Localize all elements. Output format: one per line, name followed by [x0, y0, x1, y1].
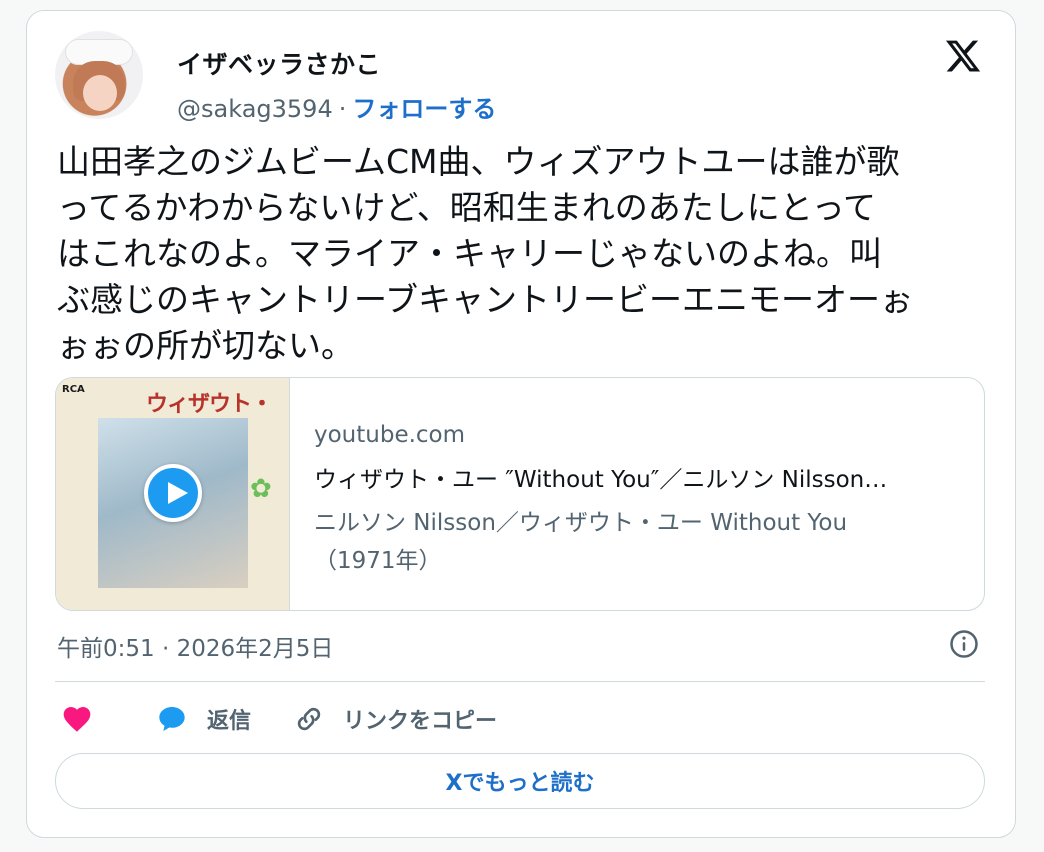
reply-bubble-icon [159, 707, 185, 731]
video-thumbnail[interactable]: RCA ウィザウト・ユー ✿ [56, 378, 290, 610]
link-preview-card[interactable]: RCA ウィザウト・ユー ✿ youtube.com ウィザウト・ユー ″Wit… [55, 377, 985, 611]
like-button[interactable] [61, 703, 93, 735]
x-logo-icon[interactable] [943, 37, 983, 75]
link-icon [297, 707, 321, 731]
divider [55, 681, 985, 682]
link-title[interactable]: ウィザウト・ユー ″Without You″／ニルソン Nilsson… [314, 460, 964, 494]
follow-button[interactable]: フォローする [352, 95, 496, 123]
embedded-post-card: イザベッラさかこ @sakag3594 · フォローする 山田孝之のジムビームCM曲… [26, 10, 1016, 838]
heart-icon [63, 707, 91, 732]
read-more-button[interactable]: Xでもっと読む [55, 753, 985, 809]
copy-link-button[interactable]: リンクをコピー [293, 703, 497, 735]
link-info: youtube.com ウィザウト・ユー ″Without You″／ニルソン … [314, 422, 964, 580]
link-description: ニルソン Nilsson／ウィザウト・ユー Without You （1971年… [314, 510, 848, 574]
copy-link-label: リンクをコピー [343, 709, 498, 734]
author-handle-row: @sakag3594 · フォローする [177, 89, 496, 124]
flower-decoration-icon: ✿ [250, 474, 272, 504]
play-icon[interactable] [144, 464, 202, 522]
post-text: 山田孝之のジムビームCM曲、ウィズアウトユーは誰が歌 ってるかわからないけど、昭… [57, 142, 914, 365]
reply-button[interactable]: 返信 [155, 703, 251, 735]
author-handle[interactable]: @sakag3594 [177, 95, 333, 123]
avatar[interactable] [55, 31, 143, 119]
thumbnail-label: RCA [62, 384, 85, 395]
link-domain: youtube.com [314, 422, 466, 448]
post-actions: 返信 リンクをコピー [61, 701, 497, 737]
reply-label: 返信 [207, 709, 252, 734]
author-display-name[interactable]: イザベッラさかこ [177, 45, 381, 81]
handle-separator: · [338, 95, 347, 123]
avatar-face [83, 75, 117, 111]
post-timestamp[interactable]: 午前0:51 · 2026年2月5日 [57, 629, 333, 663]
info-icon[interactable] [949, 629, 979, 659]
